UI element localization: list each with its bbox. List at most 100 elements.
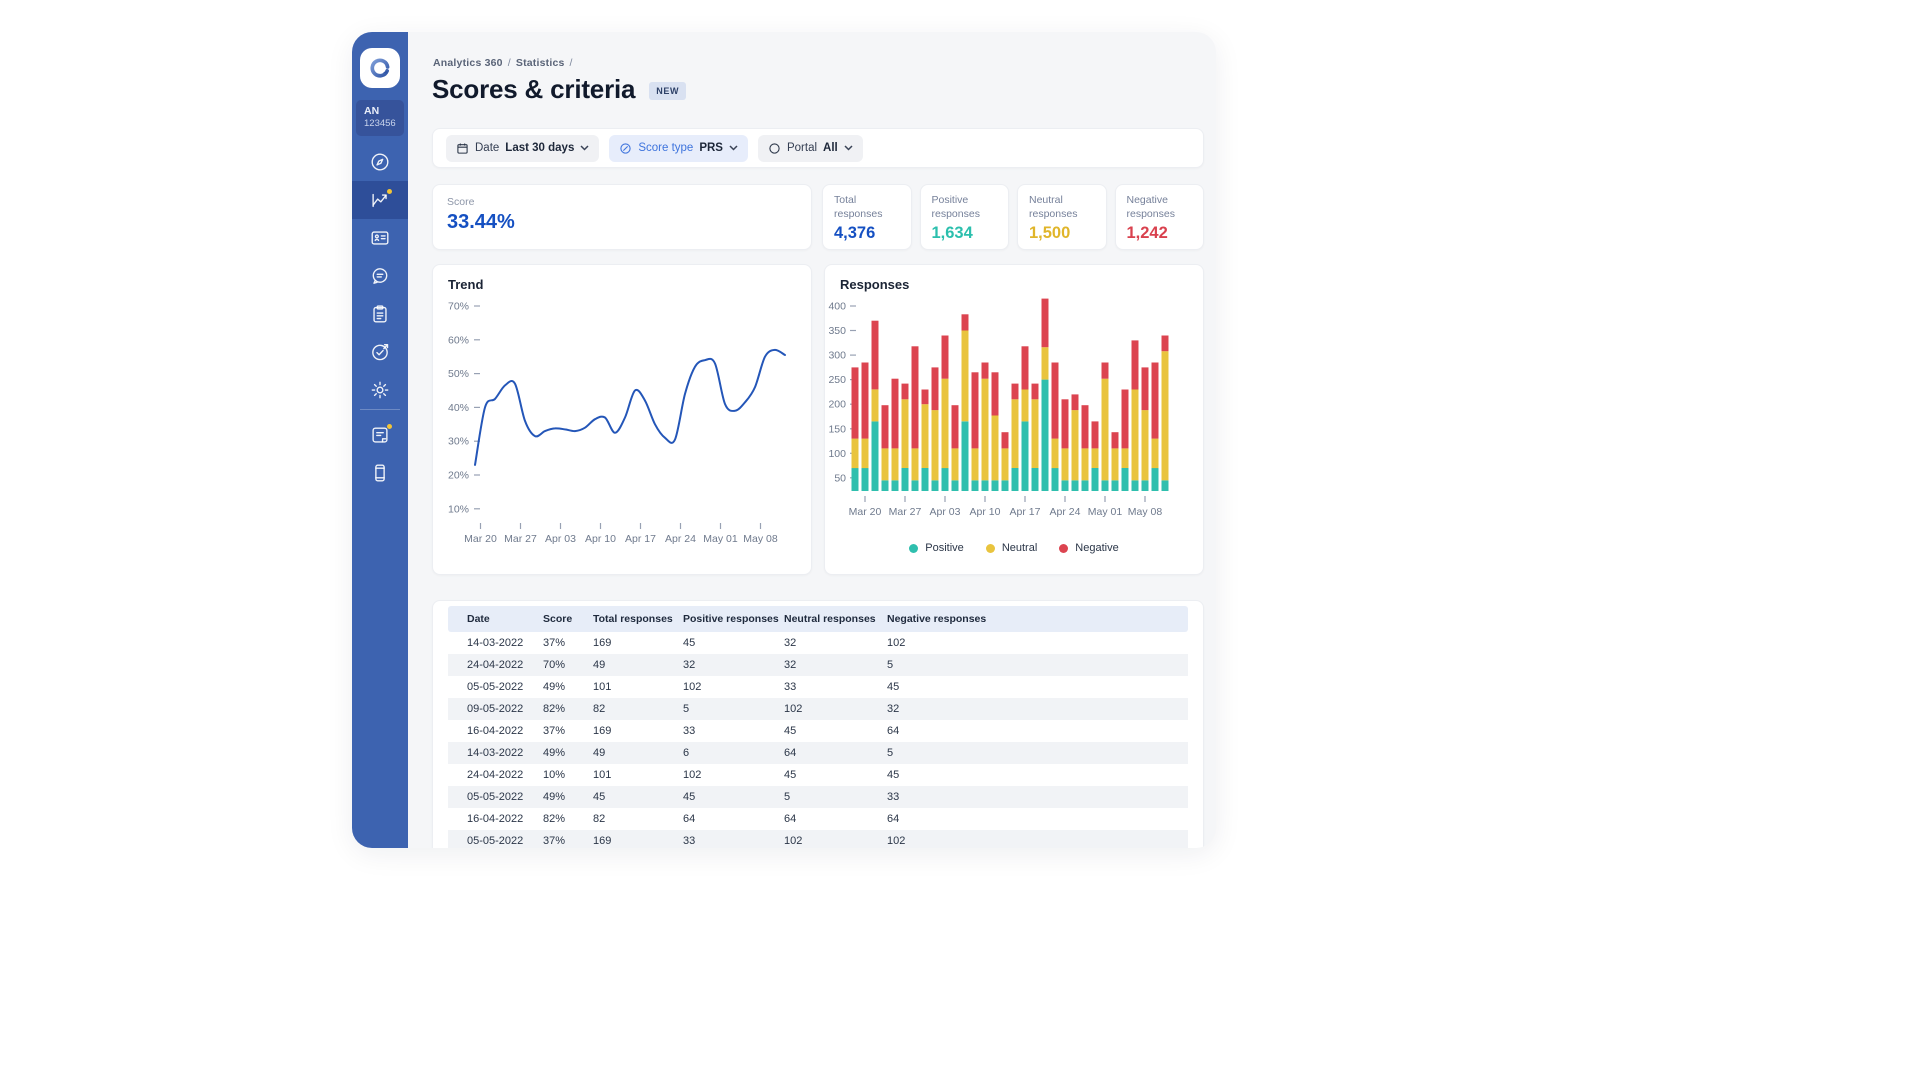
stat-cards: Total responses 4,376Positive responses … [822,184,1204,250]
legend-item-neutral: Neutral [986,542,1037,554]
sidebar-item-chat[interactable] [352,257,408,295]
breadcrumb: Analytics 360/Statistics/ [433,57,578,69]
cell: 102 [683,681,784,693]
col-header-negative: Negative responses [887,613,1188,625]
sidebar-divider [360,409,400,410]
svg-text:May 01: May 01 [703,533,738,545]
svg-text:400: 400 [828,301,846,313]
logo-icon [367,55,393,81]
legend-dot [986,544,995,553]
svg-text:40%: 40% [448,402,469,414]
date-filter-button[interactable]: DateLast 30 days [446,135,599,162]
responses-bar-chart: 40035030025020015010050Mar 20Mar 27Apr 0… [825,265,1205,535]
table-row: 05-05-202249%4545533 [448,786,1188,808]
stat-label: Total responses [834,194,900,221]
table-body: 14-03-202237%169453210224-04-202270%4932… [448,632,1188,848]
legend-label: Positive [925,542,964,554]
cell: 37% [543,637,593,649]
svg-text:May 08: May 08 [1128,506,1163,518]
cell: 32 [887,703,1188,715]
cell: 33 [784,681,887,693]
cell: 45 [887,681,1188,693]
charts-row: Trend 70%60%50%40%30%20%10%Mar 20Mar 27A… [432,264,1204,575]
main-content: Analytics 360/Statistics/ Scores & crite… [408,32,1216,848]
cell: 82 [593,813,683,825]
cell: 169 [593,835,683,847]
breadcrumb-item-statistics[interactable]: Statistics [516,57,565,69]
svg-text:70%: 70% [448,301,469,313]
stat-card-positive-responses: Positive responses 1,634 [920,184,1010,250]
portal-filter-button[interactable]: PortalAll [758,135,863,162]
account-badge[interactable]: AN 123456 [356,100,404,136]
col-header-score: Score [543,613,593,625]
notification-dot [387,424,392,429]
breadcrumb-item-analytics[interactable]: Analytics 360 [433,57,503,69]
account-initials: AN [364,104,404,118]
sidebar-item-goal-check[interactable] [352,333,408,371]
cell: 33 [887,791,1188,803]
cell: 102 [784,703,887,715]
svg-text:150: 150 [828,423,846,435]
cell: 82% [543,813,593,825]
sidebar-item-phone[interactable] [352,454,408,492]
cell: 37% [543,725,593,737]
cell: 82 [593,703,683,715]
cell: 24-04-2022 [467,769,543,781]
cell: 45 [887,769,1188,781]
table-row: 05-05-202237%16933102102 [448,830,1188,848]
app-logo[interactable] [360,48,400,88]
cell: 5 [784,791,887,803]
cell: 49% [543,791,593,803]
cell: 101 [593,681,683,693]
cell: 102 [887,835,1188,847]
trend-chart-card: Trend 70%60%50%40%30%20%10%Mar 20Mar 27A… [432,264,812,575]
calendar-icon [456,142,469,155]
cell: 64 [887,813,1188,825]
sidebar-item-settings-gear[interactable] [352,371,408,409]
cell: 45 [784,725,887,737]
cell: 45 [683,791,784,803]
cell: 16-04-2022 [467,813,543,825]
title-row: Scores & criteria NEW [432,74,686,105]
col-header-total: Total responses [593,613,683,625]
sidebar-item-notes[interactable] [352,416,408,454]
cell: 32 [683,659,784,671]
svg-text:Mar 20: Mar 20 [464,533,497,545]
cell: 33 [683,835,784,847]
cell: 5 [887,747,1188,759]
svg-text:30%: 30% [448,436,469,448]
cell: 49% [543,681,593,693]
cell: 64 [784,747,887,759]
score-type-filter-button[interactable]: Score typePRS [609,135,748,162]
svg-text:Apr 17: Apr 17 [625,533,656,545]
score-value: 33.44% [447,211,797,234]
chevron-down-icon [580,145,589,151]
cell: 32 [784,637,887,649]
settings-gear-icon [369,379,391,401]
cell: 102 [784,835,887,847]
cell: 05-05-2022 [467,835,543,847]
svg-text:Apr 24: Apr 24 [1050,506,1081,518]
cell: 49 [593,659,683,671]
legend-label: Neutral [1002,542,1037,554]
table-header-row: Date Score Total responses Positive resp… [448,606,1188,632]
app-panel: AN 123456 Analytics 360/Statistics/ Scor… [352,32,1216,848]
notification-dot [387,189,392,194]
sidebar-item-compass[interactable] [352,143,408,181]
stat-value: 1,634 [932,224,998,243]
svg-text:Apr 10: Apr 10 [970,506,1001,518]
cell: 102 [683,769,784,781]
cell: 101 [593,769,683,781]
svg-text:350: 350 [828,325,846,337]
table-row: 16-04-202282%82646464 [448,808,1188,830]
table-row: 16-04-202237%169334564 [448,720,1188,742]
sidebar-item-trend-chart[interactable] [352,181,408,219]
cell: 24-04-2022 [467,659,543,671]
table-row: 24-04-202270%4932325 [448,654,1188,676]
sidebar-item-clipboard[interactable] [352,295,408,333]
chevron-down-icon [844,145,853,151]
sidebar-item-id-card[interactable] [352,219,408,257]
legend-dot [1059,544,1068,553]
table-row: 05-05-202249%1011023345 [448,676,1188,698]
account-number: 123456 [364,118,404,131]
